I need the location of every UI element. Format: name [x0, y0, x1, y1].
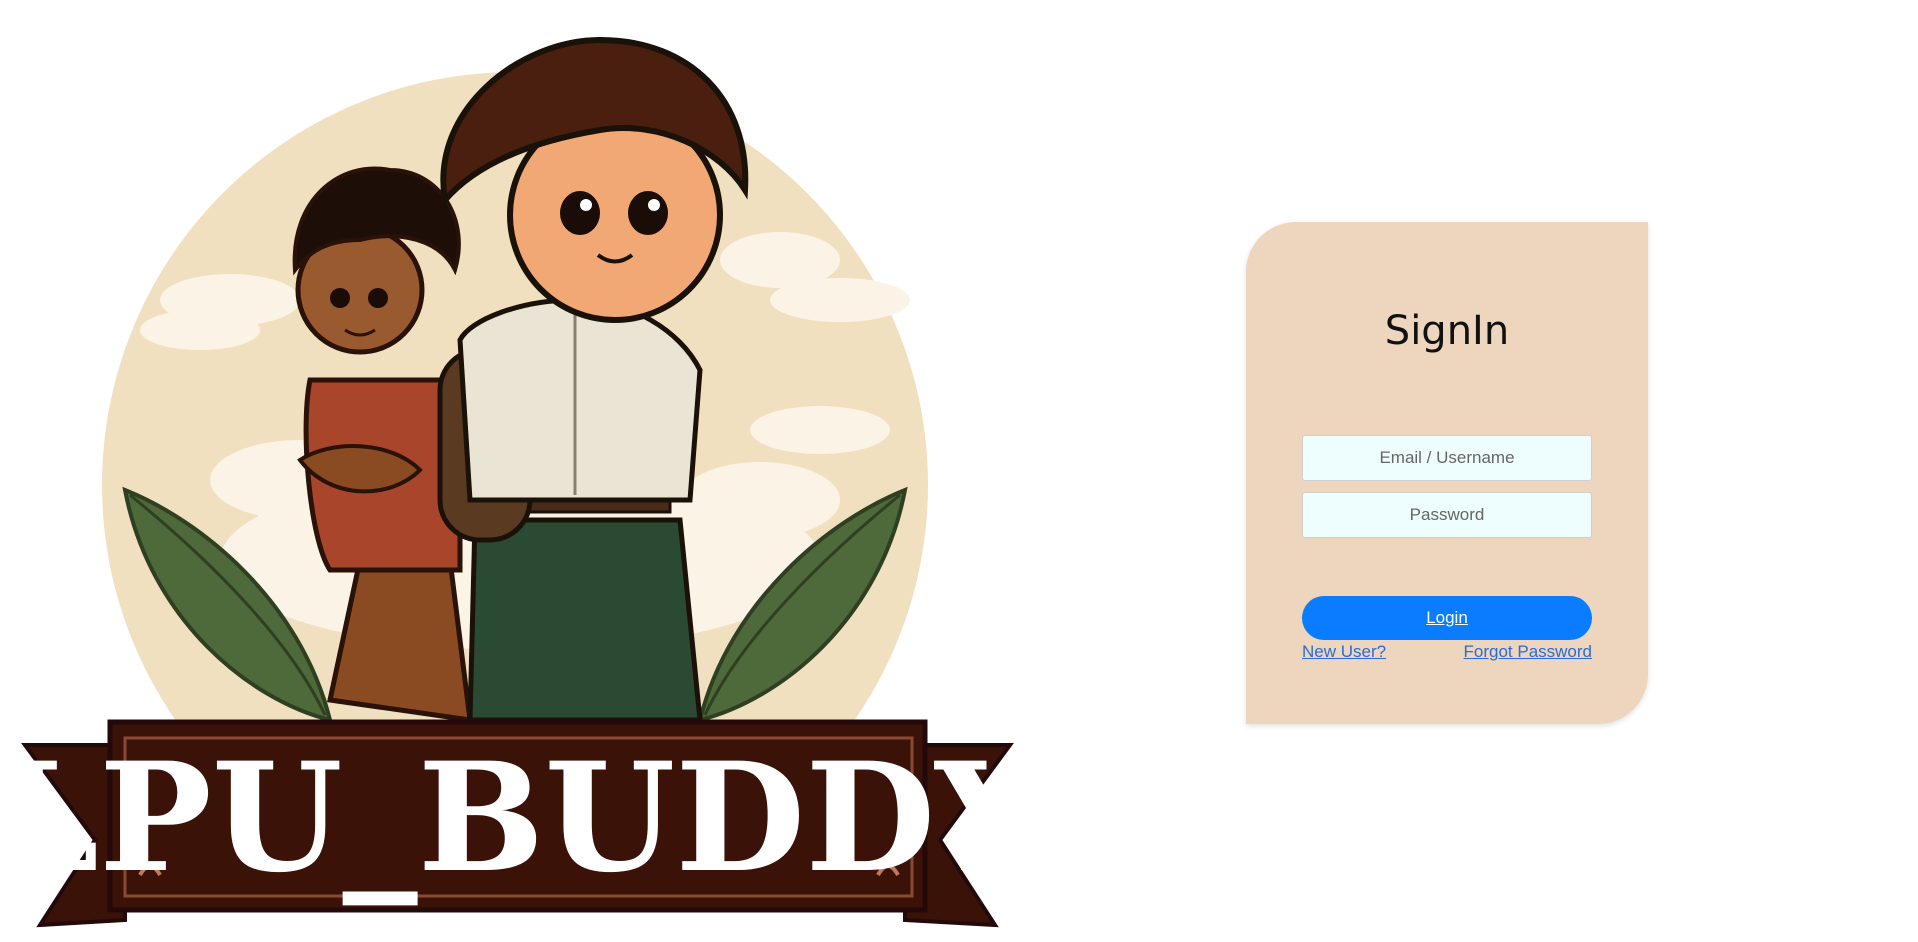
- login-button[interactable]: Login: [1302, 596, 1592, 640]
- signin-card: SignIn Login New User? Forgot Password: [1246, 222, 1648, 724]
- brand-logo: LPU_BUDDY: [0, 0, 1030, 942]
- password-input[interactable]: [1302, 492, 1592, 538]
- banner: LPU_BUDDY: [0, 719, 1030, 928]
- email-username-input[interactable]: [1302, 435, 1592, 481]
- login-page: LPU_BUDDY SignIn Login New User? Forgot …: [0, 0, 1918, 942]
- forgot-password-link[interactable]: Forgot Password: [1464, 642, 1593, 662]
- new-user-link[interactable]: New User?: [1302, 642, 1386, 662]
- signin-title: SignIn: [1384, 308, 1510, 354]
- mascot-illustration: LPU_BUDDY: [0, 36, 1030, 928]
- brand-name-text: LPU_BUDDY: [0, 730, 1030, 906]
